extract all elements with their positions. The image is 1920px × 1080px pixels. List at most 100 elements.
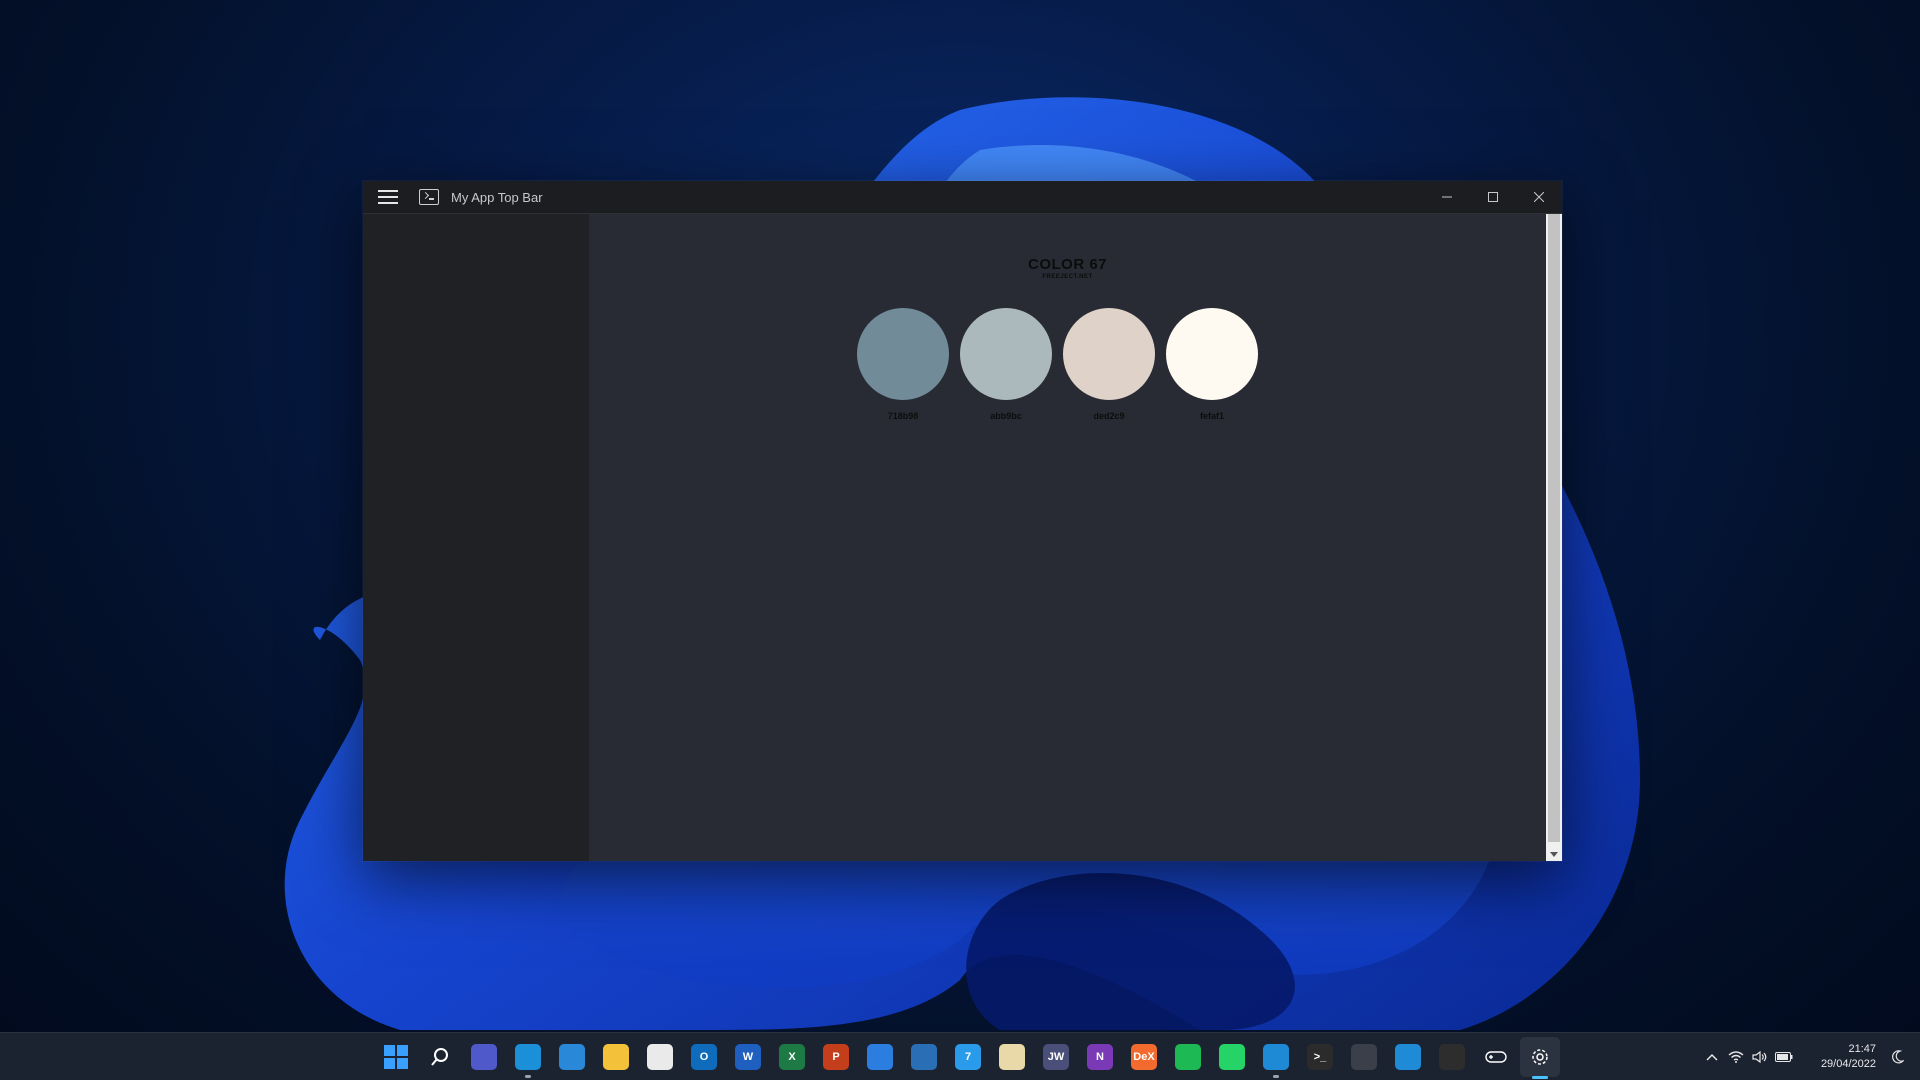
wifi-icon[interactable] (1724, 1033, 1748, 1080)
scrollbar-thumb[interactable] (1548, 214, 1560, 842)
spotify-icon (1175, 1044, 1201, 1070)
system-tray: 21:47 29/04/2022 (1700, 1033, 1920, 1080)
taskbar-button[interactable]: O (682, 1033, 726, 1080)
start-tile (384, 1058, 395, 1069)
taskbar-button[interactable]: DeX (1122, 1033, 1166, 1080)
start-tile (397, 1045, 408, 1056)
scroll-down-arrow-icon[interactable] (1550, 852, 1558, 857)
swatch: fefaf1 (1166, 308, 1258, 421)
word-icon: W (735, 1044, 761, 1070)
swatch-circle (1166, 308, 1258, 400)
taskbar-button[interactable] (858, 1033, 902, 1080)
moon-icon[interactable] (1886, 1033, 1910, 1080)
taskbar-button[interactable] (1474, 1033, 1518, 1080)
app-window: My App Top Bar COLOR 67 FREEJECT.NET 718… (363, 181, 1562, 861)
hamburger-menu-icon[interactable] (363, 181, 413, 213)
taskbar-button[interactable]: P (814, 1033, 858, 1080)
clock-date: 29/04/2022 (1820, 1058, 1876, 1070)
taskbar-button[interactable] (638, 1033, 682, 1080)
edge-icon (515, 1044, 541, 1070)
minimize-icon (1442, 196, 1452, 198)
taskbar-button[interactable] (1166, 1033, 1210, 1080)
taskbar-button[interactable] (506, 1033, 550, 1080)
steam-icon (911, 1044, 937, 1070)
swatch: abb9bc (960, 308, 1052, 421)
clock-time: 21:47 (1848, 1043, 1876, 1055)
obs-icon (1439, 1044, 1465, 1070)
trello-icon (1395, 1044, 1421, 1070)
maximize-button[interactable] (1470, 181, 1516, 213)
taskbar-button[interactable]: 7 (946, 1033, 990, 1080)
dex-icon: DeX (1131, 1044, 1157, 1070)
main-content: COLOR 67 FREEJECT.NET 718b98 abb9bc ded2… (589, 214, 1546, 861)
running-indicator (1273, 1075, 1279, 1078)
taskbar-button[interactable] (1342, 1033, 1386, 1080)
taskbar-button[interactable] (462, 1033, 506, 1080)
whatsapp-icon (1219, 1044, 1245, 1070)
notepad-icon (999, 1044, 1025, 1070)
taskbar-button[interactable] (902, 1033, 946, 1080)
close-icon (1534, 192, 1544, 202)
title-bar: My App Top Bar (363, 181, 1562, 214)
swatch-row: 718b98 abb9bc ded2c9 fefaf1 (857, 308, 1258, 421)
swatch-circle (960, 308, 1052, 400)
swatch-circle (857, 308, 949, 400)
taskbar-button[interactable]: W (726, 1033, 770, 1080)
running-indicator (525, 1075, 531, 1078)
swatch-label: 718b98 (887, 411, 919, 421)
taskbar-button[interactable]: X (770, 1033, 814, 1080)
vertical-scrollbar[interactable] (1546, 214, 1562, 861)
taskbar-button[interactable] (1518, 1033, 1562, 1080)
calendar-icon (867, 1044, 893, 1070)
taskbar-apps: O W X P 7 JW N DeX >_ (374, 1033, 1562, 1080)
start-icon (384, 1045, 408, 1069)
davinci-resolve-icon (1351, 1044, 1377, 1070)
sidebar (363, 214, 589, 861)
swatch-circle (1063, 308, 1155, 400)
taskbar-button[interactable] (1254, 1033, 1298, 1080)
swatch-label: abb9bc (990, 411, 1022, 421)
swatch-label: ded2c9 (1093, 411, 1125, 421)
outlook-icon: O (691, 1044, 717, 1070)
palette-subtitle: FREEJECT.NET (1042, 274, 1093, 280)
swatch: 718b98 (857, 308, 949, 421)
volume-icon[interactable] (1748, 1033, 1772, 1080)
twitter-icon: 7 (955, 1044, 981, 1070)
desktop: My App Top Bar COLOR 67 FREEJECT.NET 718… (0, 0, 1920, 1080)
minimize-button[interactable] (1424, 181, 1470, 213)
taskbar-button[interactable] (418, 1033, 462, 1080)
start-tile (397, 1058, 408, 1069)
close-button[interactable] (1516, 181, 1562, 213)
taskbar: O W X P 7 JW N DeX >_ 21:47 29/04/2022 (0, 1032, 1920, 1080)
taskbar-button[interactable] (1210, 1033, 1254, 1080)
taskbar-button[interactable] (374, 1033, 418, 1080)
search-icon (427, 1044, 453, 1070)
swatch: ded2c9 (1063, 308, 1155, 421)
palette-title: COLOR 67 (1027, 256, 1107, 273)
onenote-icon: N (1087, 1044, 1113, 1070)
teams-chat-icon (471, 1044, 497, 1070)
taskbar-button[interactable] (1386, 1033, 1430, 1080)
taskbar-button[interactable] (594, 1033, 638, 1080)
clock[interactable]: 21:47 29/04/2022 (1804, 1042, 1876, 1072)
powerpoint-icon: P (823, 1044, 849, 1070)
active-app-highlight (1520, 1037, 1560, 1077)
terminal-app-icon (419, 189, 439, 205)
controller-icon (1483, 1044, 1509, 1070)
taskbar-button[interactable]: >_ (1298, 1033, 1342, 1080)
window-title: My App Top Bar (451, 189, 543, 205)
swatch-label: fefaf1 (1199, 411, 1224, 421)
taskbar-button[interactable]: JW (1034, 1033, 1078, 1080)
chevron-up-icon[interactable] (1700, 1033, 1724, 1080)
maximize-icon (1488, 192, 1498, 202)
taskbar-button[interactable] (990, 1033, 1034, 1080)
taskbar-button[interactable]: N (1078, 1033, 1122, 1080)
battery-icon[interactable] (1772, 1033, 1796, 1080)
taskbar-button[interactable] (1430, 1033, 1474, 1080)
terminal-icon: >_ (1307, 1044, 1333, 1070)
taskbar-button[interactable] (550, 1033, 594, 1080)
window-controls (1424, 181, 1562, 213)
vscode-icon (1263, 1044, 1289, 1070)
excel-icon: X (779, 1044, 805, 1070)
file-explorer-icon (603, 1044, 629, 1070)
